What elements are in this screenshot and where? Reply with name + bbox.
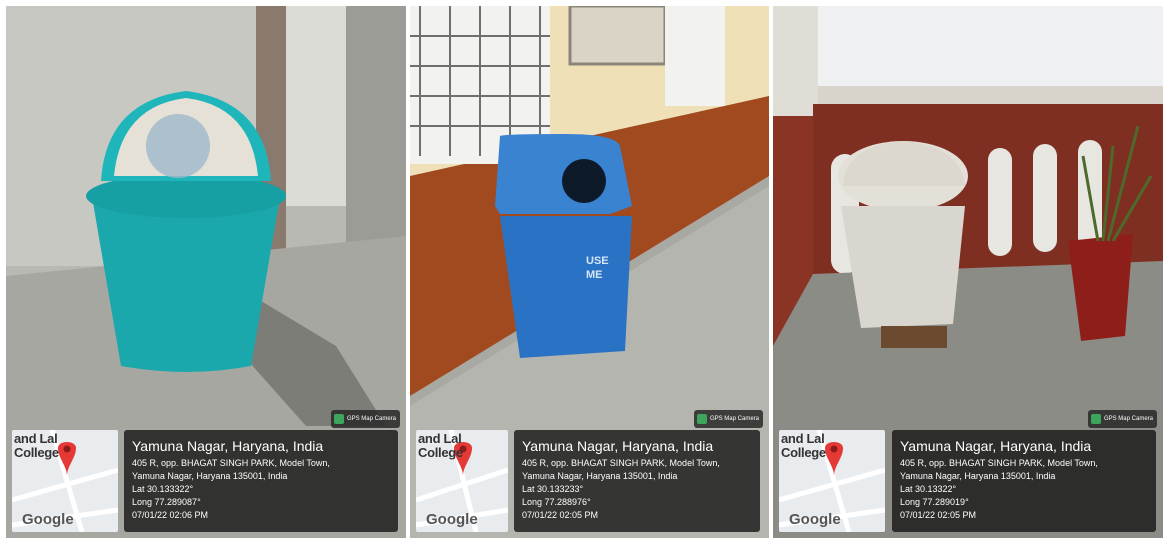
teal-bin	[91, 191, 281, 372]
map-place-label: and Lal College	[781, 431, 826, 460]
gps-camera-badge: GPS Map Camera	[1087, 410, 1157, 428]
google-logo: Google	[426, 511, 478, 528]
address-line-2: Yamuna Nagar, Haryana 135001, India	[132, 471, 288, 481]
photo-1: GPS Map Camera and Lal College Google Yam…	[6, 6, 406, 538]
gps-camera-icon	[333, 414, 344, 424]
location-map-thumbnail: and Lal College Google	[779, 430, 885, 532]
photo-3: GPS Map Camera and Lal College Google Yam…	[773, 6, 1163, 538]
address-line-1: 405 R, opp. BHAGAT SINGH PARK, Model Tow…	[522, 458, 720, 468]
svg-text:USE: USE	[586, 255, 609, 267]
longitude: Long 77.289087°	[132, 497, 201, 507]
google-logo: Google	[789, 511, 841, 528]
latitude: Lat 30.133233°	[522, 484, 584, 494]
address-line-2: Yamuna Nagar, Haryana 135001, India	[522, 471, 678, 481]
city-title: Yamuna Nagar, Haryana, India	[132, 438, 324, 454]
address-line-1: 405 R, opp. BHAGAT SINGH PARK, Model Tow…	[900, 458, 1098, 468]
longitude: Long 77.289019°	[900, 497, 969, 507]
location-info-card: Yamuna Nagar, Haryana, India 405 R, opp.…	[892, 430, 1156, 532]
timestamp: 07/01/22 02:05 PM	[900, 510, 977, 520]
location-info-card: Yamuna Nagar, Haryana, India 405 R, opp.…	[514, 430, 760, 532]
gps-camera-badge: GPS Map Camera	[693, 410, 763, 428]
location-info-card: Yamuna Nagar, Haryana, India 405 R, opp.…	[124, 430, 398, 532]
latitude: Lat 30.133322°	[132, 484, 194, 494]
city-title: Yamuna Nagar, Haryana, India	[900, 438, 1092, 454]
gps-camera-badge: GPS Map Camera	[330, 410, 400, 428]
location-map-thumbnail: and Lal College Google	[12, 430, 118, 532]
photo-2: USE ME GPS Map Camera and Lal College Goo…	[410, 6, 769, 538]
timestamp: 07/01/22 02:06 PM	[132, 510, 209, 520]
latitude: Lat 30.13322°	[900, 484, 957, 494]
map-place-label: and Lal College	[418, 431, 463, 460]
blue-bin	[500, 216, 632, 358]
city-title: Yamuna Nagar, Haryana, India	[522, 438, 714, 454]
map-place-label: and Lal College	[14, 431, 59, 460]
svg-text:ME: ME	[586, 269, 603, 281]
longitude: Long 77.288976°	[522, 497, 591, 507]
gps-camera-icon	[1090, 414, 1101, 424]
location-map-thumbnail: and Lal College Google	[416, 430, 508, 532]
timestamp: 07/01/22 02:05 PM	[522, 510, 599, 520]
google-logo: Google	[22, 511, 74, 528]
address-line-1: 405 R, opp. BHAGAT SINGH PARK, Model Tow…	[132, 458, 330, 468]
address-line-2: Yamuna Nagar, Haryana 135001, India	[900, 471, 1056, 481]
gps-camera-icon	[696, 414, 707, 424]
white-bin	[841, 206, 965, 328]
